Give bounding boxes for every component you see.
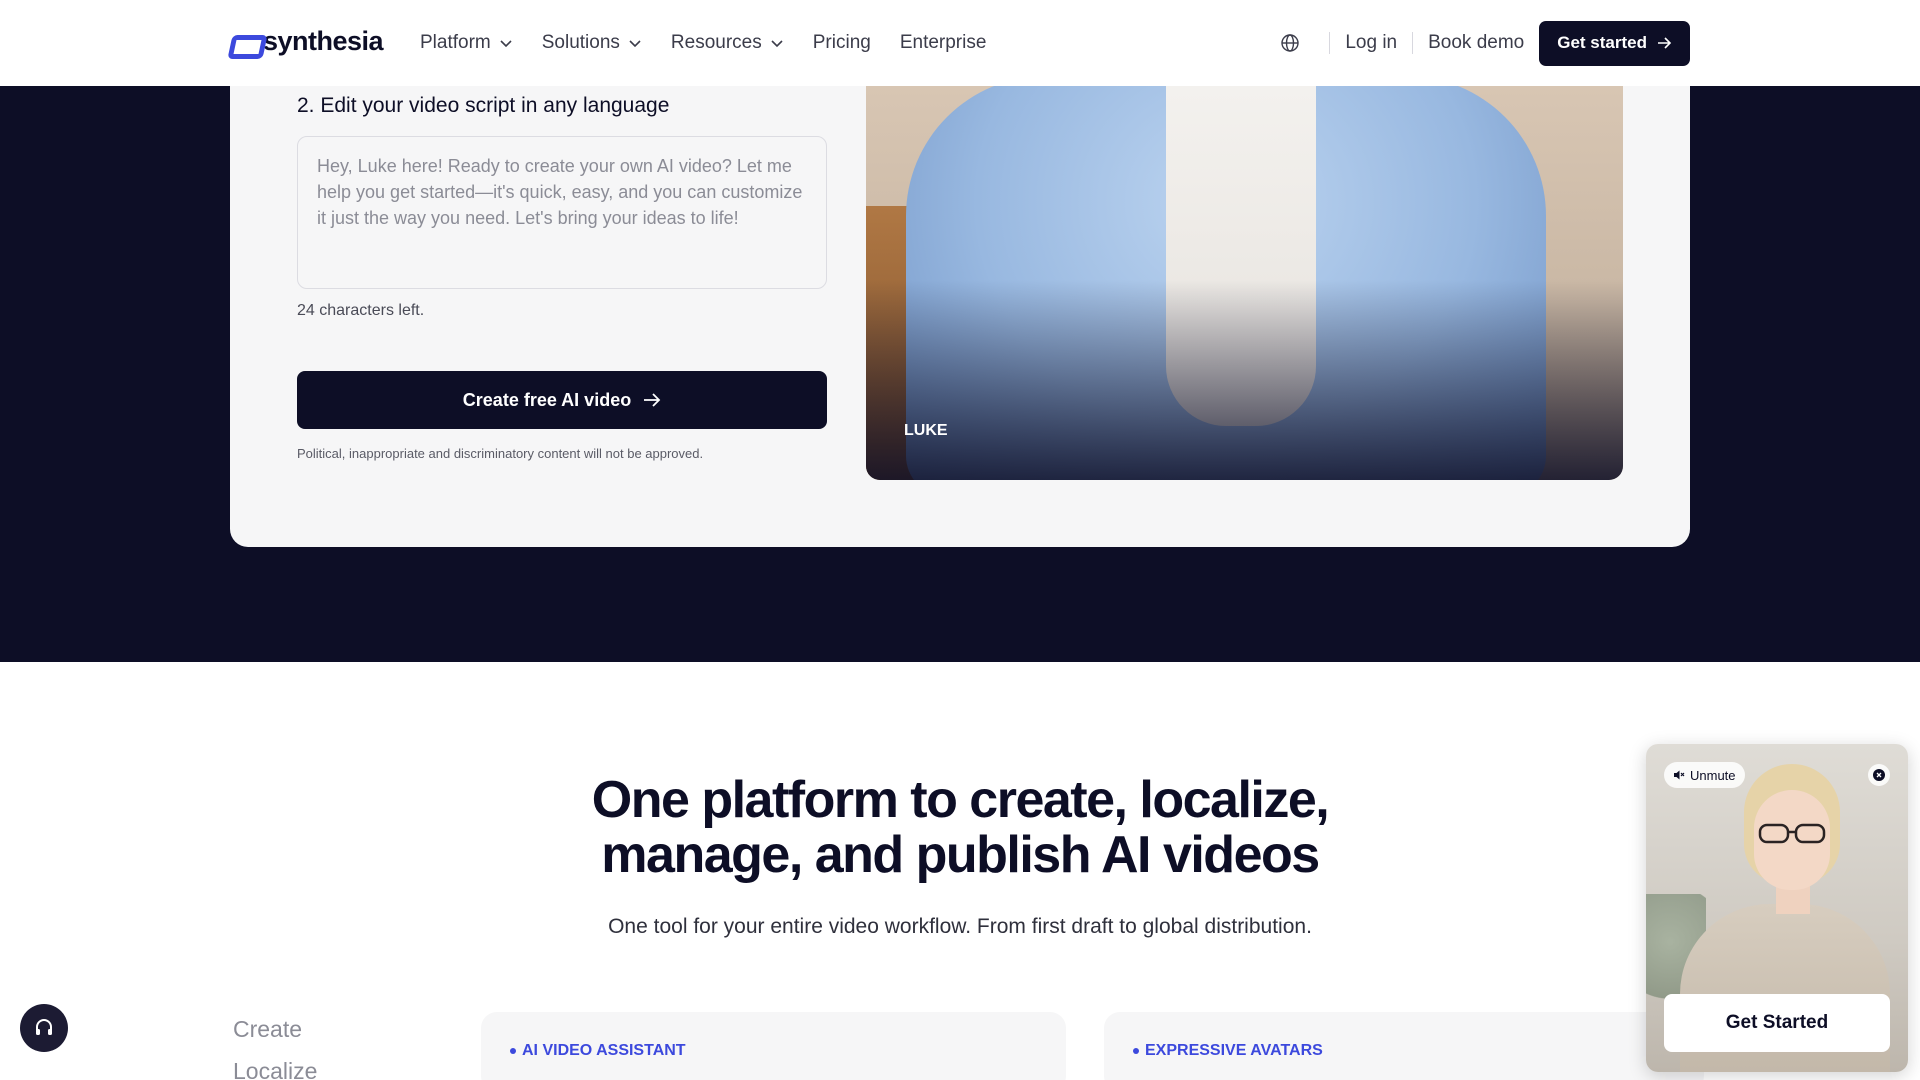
platform-subtitle: One tool for your entire video workflow.… [608, 915, 1312, 938]
get-started-label: Get started [1557, 33, 1647, 52]
feature-card-expressive-avatars[interactable]: EXPRESSIVE AVATARS [1104, 1012, 1704, 1080]
unmute-button[interactable]: Unmute [1664, 762, 1745, 788]
feature-tag-label: AI VIDEO ASSISTANT [522, 1042, 686, 1059]
create-free-video-button[interactable]: Create free AI video [297, 371, 827, 429]
script-textarea[interactable]: Hey, Luke here! Ready to create your own… [297, 136, 827, 289]
logo-text: synthesia [263, 26, 384, 56]
login-link[interactable]: Log in [1345, 32, 1397, 54]
nav-platform[interactable]: Platform [420, 32, 513, 54]
content-disclaimer: Political, inappropriate and discriminat… [297, 446, 704, 461]
get-started-button[interactable]: Get started [1539, 20, 1690, 66]
feature-tag-label: EXPRESSIVE AVATARS [1145, 1042, 1323, 1059]
book-demo-link[interactable]: Book demo [1428, 32, 1524, 54]
synthesia-logo[interactable]: synthesia [230, 26, 384, 57]
nav-enterprise[interactable]: Enterprise [900, 32, 987, 54]
widget-get-started-button[interactable]: Get Started [1664, 994, 1890, 1052]
tab-create[interactable]: Create [233, 1016, 302, 1043]
nav-solutions[interactable]: Solutions [542, 32, 642, 54]
create-free-video-label: Create free AI video [462, 389, 632, 410]
bullet-dot-icon [1133, 1048, 1139, 1054]
platform-heading-line1: One platform to create, localize, [591, 771, 1330, 829]
nav-platform-label: Platform [420, 32, 491, 53]
feature-tag: AI VIDEO ASSISTANT [510, 1042, 686, 1060]
feature-card-ai-video-assistant[interactable]: AI VIDEO ASSISTANT [481, 1012, 1066, 1080]
nav-enterprise-label: Enterprise [899, 32, 987, 53]
headset-icon [36, 1019, 52, 1035]
arrow-right-icon [644, 393, 661, 407]
demo-card: 2. Edit your video script in any languag… [230, 86, 1690, 547]
tab-localize[interactable]: Localize [233, 1058, 317, 1080]
characters-left-counter: 24 characters left. [297, 302, 425, 319]
close-icon [1873, 769, 1885, 781]
platform-heading-line2: manage, and publish AI videos [601, 826, 1320, 884]
close-widget-button[interactable] [1868, 764, 1890, 786]
feature-tag: EXPRESSIVE AVATARS [1133, 1042, 1323, 1060]
globe-icon[interactable] [1280, 33, 1300, 53]
divider [1329, 32, 1331, 54]
nav-resources-label: Resources [670, 32, 762, 53]
main-nav: Platform Solutions Resources Pricing Ent… [420, 0, 986, 86]
divider [1412, 32, 1414, 54]
avatar-name-label: LUKE [904, 422, 948, 439]
arrow-right-icon [1658, 37, 1672, 49]
nav-pricing-label: Pricing [812, 32, 871, 53]
logo-mark-icon [230, 32, 257, 52]
support-chat-button[interactable] [20, 1004, 68, 1052]
chevron-down-icon [771, 40, 783, 48]
header-actions: Log in Book demo Get started [1280, 0, 1690, 86]
platform-heading: One platform to create, localize, manage… [0, 773, 1920, 883]
nav-resources[interactable]: Resources [671, 32, 784, 54]
nav-pricing[interactable]: Pricing [813, 32, 871, 54]
floating-avatar-widget[interactable]: Unmute Get Started [1646, 744, 1908, 1072]
glasses-image [1758, 823, 1826, 844]
unmute-label: Unmute [1690, 767, 1736, 783]
site-header: synthesia Platform Solutions Resources P… [0, 0, 1920, 86]
chevron-down-icon [629, 40, 641, 48]
nav-solutions-label: Solutions [541, 32, 620, 53]
avatar-video-preview[interactable]: LUKE [866, 86, 1623, 480]
chevron-down-icon [500, 40, 512, 48]
step-title: 2. Edit your video script in any languag… [297, 94, 670, 117]
speaker-muted-icon [1674, 770, 1685, 780]
video-gradient-overlay [866, 280, 1623, 480]
bullet-dot-icon [510, 1048, 516, 1054]
